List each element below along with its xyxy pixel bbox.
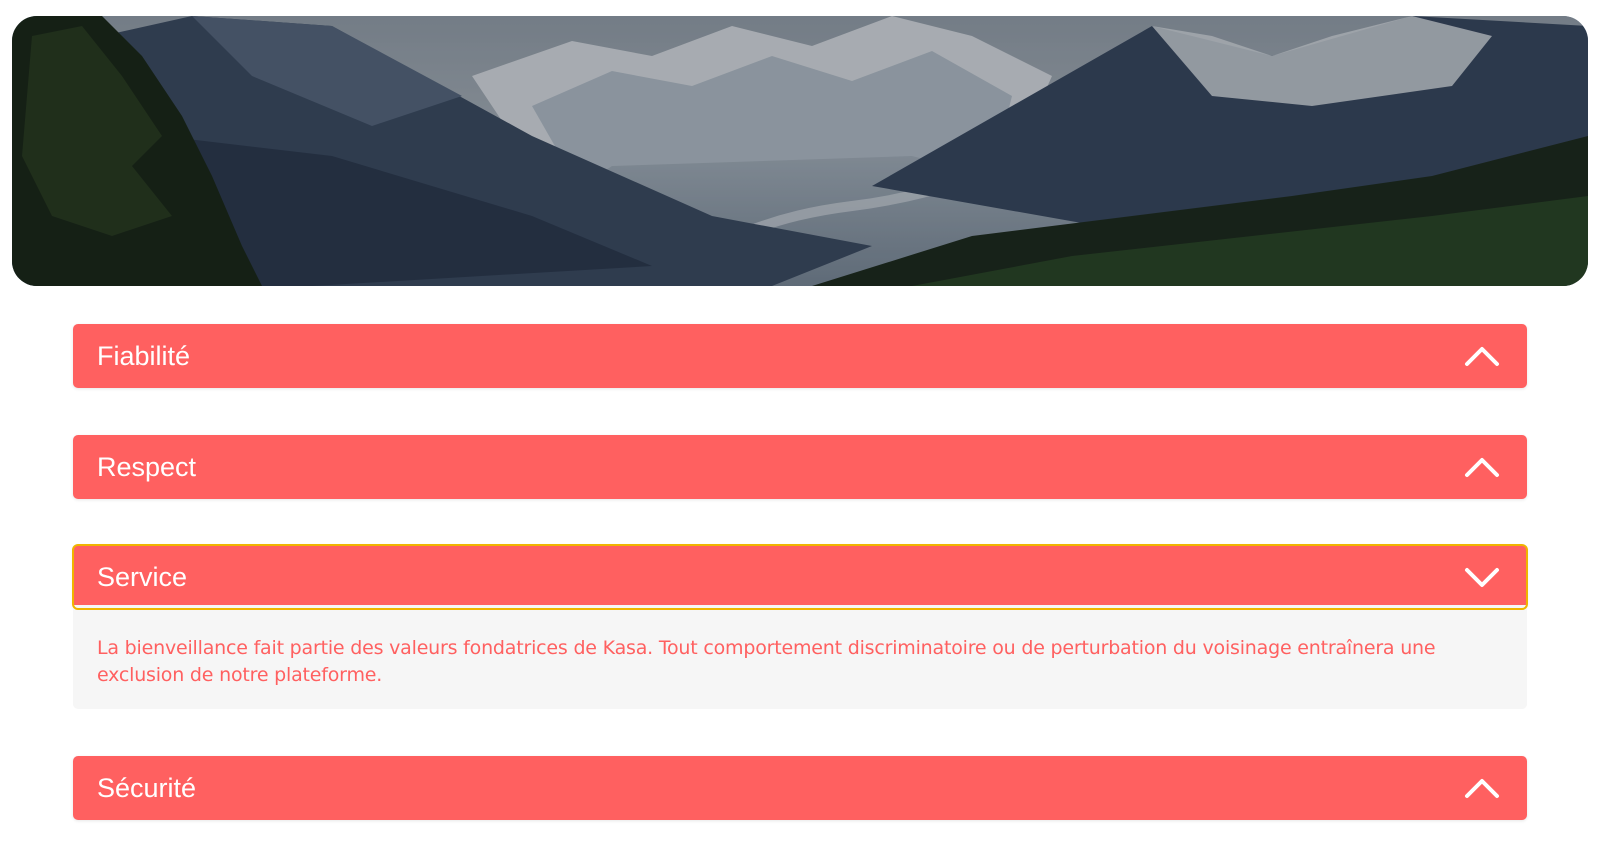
banner-image	[12, 16, 1588, 286]
collapse-header-service[interactable]: Service	[72, 544, 1528, 610]
chevron-up-icon[interactable]	[1463, 776, 1501, 800]
collapse-title: Fiabilité	[97, 340, 191, 371]
collapse-text: La bienveillance fait partie des valeurs…	[97, 637, 1436, 686]
chevron-up-icon[interactable]	[1463, 344, 1501, 368]
collapse-header-fiabilite[interactable]: Fiabilité	[73, 324, 1527, 388]
chevron-up-icon[interactable]	[1463, 455, 1501, 479]
collapse-item-securite: Sécurité	[73, 756, 1527, 820]
mountain-landscape	[12, 16, 1588, 286]
collapse-title: Sécurité	[97, 772, 197, 803]
collapse-title: Service	[97, 561, 188, 592]
chevron-down-icon[interactable]	[1463, 565, 1501, 589]
collapse-content-service: La bienveillance fait partie des valeurs…	[73, 605, 1527, 709]
collapse-header-respect[interactable]: Respect	[73, 435, 1527, 499]
collapse-item-respect: Respect	[73, 435, 1527, 499]
collapse-item-service: Service La bienveillance fait partie des…	[72, 544, 1528, 709]
collapse-item-fiabilite: Fiabilité	[73, 324, 1527, 388]
collapse-title: Respect	[97, 451, 197, 482]
collapse-list: Fiabilité Respect Service La bienveillan…	[72, 324, 1528, 820]
collapse-header-securite[interactable]: Sécurité	[73, 756, 1527, 820]
